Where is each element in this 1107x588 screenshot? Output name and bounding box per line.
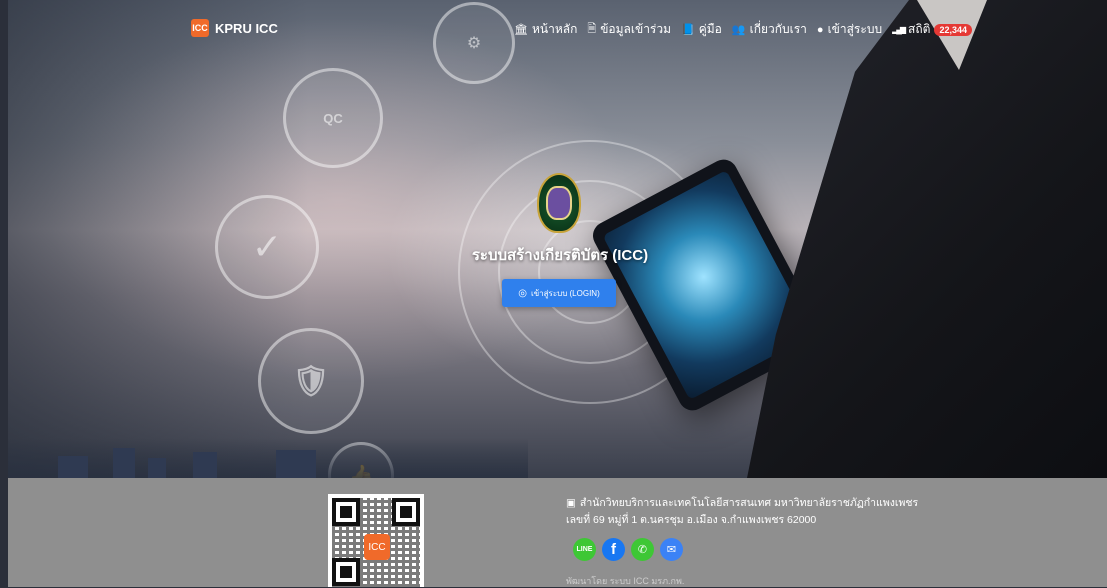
brand-name: KPRU ICC <box>215 20 278 36</box>
qr-code: ICC <box>328 494 424 587</box>
user-circle-icon: ● <box>816 23 824 36</box>
brand-link[interactable]: ICC KPRU ICC <box>191 19 278 37</box>
icc-app-logo-icon: ICC <box>191 19 209 37</box>
signal-bars-icon: ▂▄▆ <box>892 25 906 34</box>
nav-item-label: เกี่ยวกับเรา <box>749 22 807 36</box>
book-icon: 📘 <box>681 24 695 36</box>
address-line-1: สำนักวิทยบริการและเทคโนโลยีสารสนเทศ มหาว… <box>579 497 919 509</box>
hero-banner: ⚙ QC ✓ 🛡 👍 <box>8 0 1107 478</box>
footer: ICC ▣ สำนักวิทยบริการและเทคโนโลยีสารสนเท… <box>8 478 1107 587</box>
qc-gears-icon: QC <box>283 68 383 168</box>
users-icon: 👥 <box>731 24 746 36</box>
document-icon: 🗎 <box>587 23 597 35</box>
university-seal-logo <box>537 173 581 233</box>
address-line-2: เลขที่ 69 หมู่ที่ 1 ต.นครชุม อ.เมือง จ.ก… <box>566 514 817 526</box>
user-circle-icon: ◎ <box>518 287 527 299</box>
stats-badge: 22,344 <box>934 23 972 36</box>
gear-check-icon: ✓ <box>215 195 319 299</box>
nav-item-login[interactable]: ● เข้าสู่ระบบ <box>817 20 882 39</box>
nav-item-about[interactable]: 👥 เกี่ยวกับเรา <box>732 20 807 39</box>
line-icon[interactable]: LINE <box>573 538 596 561</box>
footer-credit: พัฒนาโดย ระบบ ICC มรภ.กพ. <box>566 576 685 586</box>
nav-item-label: ข้อมูลเข้าร่วม <box>600 22 672 36</box>
nav-item-home[interactable]: 🏛 หน้าหลัก <box>514 20 577 39</box>
email-icon[interactable]: ✉ <box>660 538 683 561</box>
bank-icon: 🏛 <box>514 24 528 36</box>
nav-item-participation[interactable]: 🗎 ข้อมูลเข้าร่วม <box>587 20 671 39</box>
facebook-icon[interactable]: f <box>602 538 625 561</box>
nav-item-manual[interactable]: 📘 คู่มือ <box>681 20 722 39</box>
building-icon: ▣ <box>566 497 576 509</box>
shield-handshake-icon: 🛡 <box>258 328 364 434</box>
top-navbar: ICC KPRU ICC 🏛 หน้าหลัก 🗎 ข้อมูลเข้าร่วม… <box>8 10 1107 48</box>
nav-item-label: คู่มือ <box>698 22 722 36</box>
login-button[interactable]: ◎ เข้าสู่ระบบ (LOGIN) <box>502 279 616 307</box>
icc-app-logo-icon: ICC <box>364 534 390 560</box>
social-links: LINE f ✆ ✉ <box>573 538 683 561</box>
businessman-image <box>747 0 1107 478</box>
footer-address: ▣ สำนักวิทยบริการและเทคโนโลยีสารสนเทศ มห… <box>566 495 918 529</box>
page-title: ระบบสร้างเกียรติบัตร (ICC) <box>471 247 649 264</box>
login-button-label: เข้าสู่ระบบ (LOGIN) <box>530 288 600 298</box>
nav-item-label: หน้าหลัก <box>531 22 578 36</box>
phone-icon[interactable]: ✆ <box>631 538 654 561</box>
nav-menu: 🏛 หน้าหลัก 🗎 ข้อมูลเข้าร่วม 📘 คู่มือ 👥 เ… <box>514 20 972 39</box>
nav-item-label: สถิติ <box>908 22 931 36</box>
nav-item-label: เข้าสู่ระบบ <box>827 22 883 36</box>
nav-item-stats[interactable]: ▂▄▆ สถิติ 22,344 <box>892 20 972 39</box>
city-skyline <box>8 438 528 478</box>
